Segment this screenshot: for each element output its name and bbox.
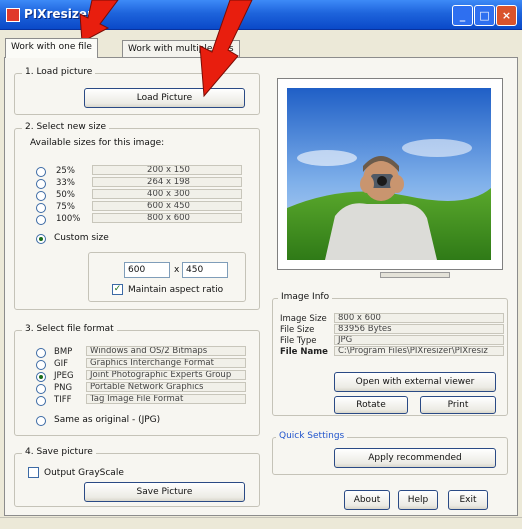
format-radio-gif[interactable] <box>36 360 46 370</box>
size-dims: 200 x 150 <box>92 165 242 175</box>
same-as-original-label: Same as original - (JPG) <box>54 415 161 425</box>
format-name: PNG <box>54 383 73 393</box>
grayscale-label: Output GrayScale <box>44 468 124 478</box>
info-value: 83956 Bytes <box>334 324 504 334</box>
size-percent-label: 75% <box>56 202 75 212</box>
size-radio-50[interactable] <box>36 191 46 201</box>
load-picture-title: 1. Load picture <box>22 67 96 77</box>
format-radio-same[interactable] <box>36 416 46 426</box>
format-radio-bmp[interactable] <box>36 348 46 358</box>
height-input[interactable]: 450 <box>182 262 228 278</box>
help-button[interactable]: Help <box>398 490 438 510</box>
about-button[interactable]: About <box>344 490 390 510</box>
info-label: Image Size <box>280 314 327 324</box>
size-percent-label: 100% <box>56 214 81 224</box>
grayscale-checkbox[interactable] <box>28 467 39 478</box>
tab-multiple-files[interactable]: Work with multiple files <box>122 40 240 58</box>
preview-scroll[interactable] <box>380 272 450 278</box>
format-desc: Graphics Interchange Format <box>86 358 246 368</box>
info-value: C:\Program Files\PIXresizer\PIXresiz <box>334 346 504 356</box>
tab-one-file[interactable]: Work with one file <box>5 38 98 58</box>
custom-size-label: Custom size <box>54 233 109 243</box>
close-button[interactable]: × <box>496 5 517 26</box>
format-desc: Tag Image File Format <box>86 394 246 404</box>
size-radio-75[interactable] <box>36 203 46 213</box>
select-size-title: 2. Select new size <box>22 122 109 132</box>
format-name: TIFF <box>54 395 72 405</box>
info-value: 800 x 600 <box>334 313 504 323</box>
format-desc: Joint Photographic Experts Group <box>86 370 246 380</box>
size-percent-label: 50% <box>56 190 75 200</box>
image-info-title: Image Info <box>278 292 333 302</box>
print-button[interactable]: Print <box>420 396 496 414</box>
save-picture-button[interactable]: Save Picture <box>84 482 245 502</box>
open-external-viewer-button[interactable]: Open with external viewer <box>334 372 496 392</box>
format-name: JPEG <box>54 371 74 381</box>
custom-size-radio[interactable] <box>36 234 46 244</box>
apply-recommended-button[interactable]: Apply recommended <box>334 448 496 468</box>
format-radio-tiff[interactable] <box>36 396 46 406</box>
title-bar[interactable]: PIXresizer _ □ × <box>0 0 522 30</box>
size-percent-label: 25% <box>56 166 75 176</box>
rotate-button[interactable]: Rotate <box>334 396 408 414</box>
size-dims: 600 x 450 <box>92 201 242 211</box>
info-label: File Size <box>280 325 315 335</box>
maintain-aspect-label: Maintain aspect ratio <box>128 285 224 295</box>
size-separator: x <box>174 265 180 275</box>
load-picture-button[interactable]: Load Picture <box>84 88 245 108</box>
format-desc: Portable Network Graphics <box>86 382 246 392</box>
format-name: GIF <box>54 359 68 369</box>
maintain-aspect-checkbox[interactable]: ✓ <box>112 284 123 295</box>
format-desc: Windows and OS/2 Bitmaps <box>86 346 246 356</box>
minimize-button[interactable]: _ <box>452 5 473 26</box>
width-input[interactable]: 600 <box>124 262 170 278</box>
format-radio-png[interactable] <box>36 384 46 394</box>
info-label: File Name <box>280 347 328 357</box>
size-dims: 800 x 600 <box>92 213 242 223</box>
info-label: File Type <box>280 336 317 346</box>
image-preview <box>287 88 491 260</box>
size-dims: 400 x 300 <box>92 189 242 199</box>
file-format-title: 3. Select file format <box>22 324 117 334</box>
info-value: JPG <box>334 335 504 345</box>
window-title: PIXresizer <box>24 7 93 21</box>
size-percent-label: 33% <box>56 178 75 188</box>
maximize-button[interactable]: □ <box>474 5 495 26</box>
quick-settings-title: Quick Settings <box>276 431 348 441</box>
save-picture-title: 4. Save picture <box>22 447 96 457</box>
exit-button[interactable]: Exit <box>448 490 488 510</box>
size-radio-100[interactable] <box>36 215 46 225</box>
available-sizes-label: Available sizes for this image: <box>30 138 165 148</box>
format-name: BMP <box>54 347 73 357</box>
app-icon <box>6 8 20 22</box>
size-radio-33[interactable] <box>36 179 46 189</box>
size-radio-25[interactable] <box>36 167 46 177</box>
format-radio-jpeg[interactable] <box>36 372 46 382</box>
status-bar <box>0 517 522 529</box>
size-dims: 264 x 198 <box>92 177 242 187</box>
